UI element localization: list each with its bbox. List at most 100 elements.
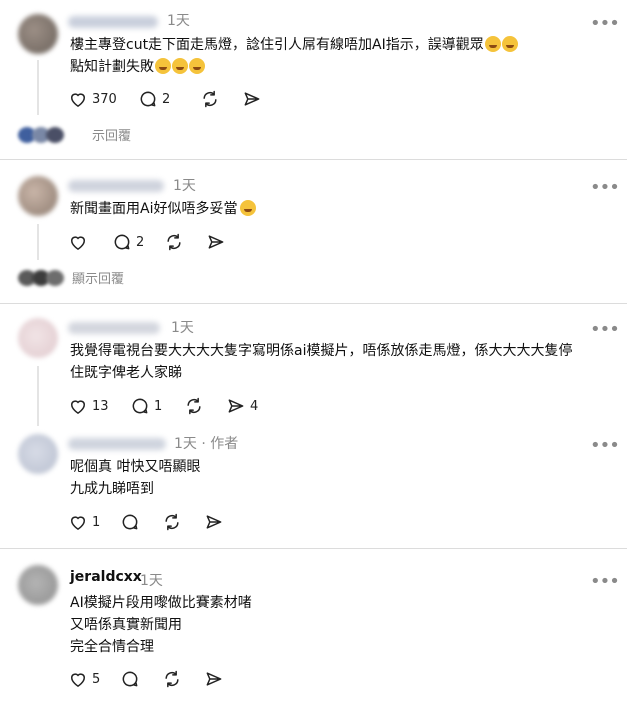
avatar[interactable] bbox=[18, 434, 58, 474]
thread-line bbox=[37, 224, 39, 260]
post-text-line: 九成九睇唔到 bbox=[70, 481, 154, 497]
divider bbox=[0, 159, 627, 160]
post-text: AI模擬片段用嚟做比賽素材啫 又唔係真實新聞用 完全合情合理 bbox=[70, 592, 615, 658]
post-actions: 1 bbox=[68, 511, 224, 533]
show-replies-button[interactable]: 示回覆 bbox=[18, 125, 131, 144]
post-text: 我覺得電視台要大大大大隻字寫明係ai模擬片，唔係放係走馬燈，係大大大大隻停 住既… bbox=[70, 340, 615, 384]
like-button[interactable] bbox=[68, 232, 112, 252]
like-button[interactable]: 1 bbox=[68, 512, 120, 532]
like-count: 1 bbox=[92, 514, 101, 530]
grinning-sweat-emoji bbox=[172, 58, 188, 74]
repost-icon bbox=[167, 233, 181, 251]
grinning-sweat-emoji bbox=[155, 58, 171, 74]
comment-icon bbox=[140, 91, 156, 107]
thread-line bbox=[37, 60, 39, 115]
mini-avatar bbox=[46, 269, 64, 286]
share-icon bbox=[208, 235, 224, 249]
reply-avatars bbox=[18, 126, 66, 143]
repost-button[interactable] bbox=[162, 512, 204, 532]
share-icon bbox=[228, 399, 244, 413]
share-button[interactable] bbox=[206, 232, 226, 252]
repost-button[interactable] bbox=[184, 396, 226, 416]
repost-button[interactable] bbox=[164, 232, 206, 252]
post-actions: 13 1 4 bbox=[68, 395, 258, 417]
repost-icon bbox=[165, 513, 179, 531]
username-blurred[interactable] bbox=[68, 322, 160, 334]
avatar[interactable] bbox=[18, 318, 58, 358]
share-button[interactable]: 4 bbox=[226, 396, 258, 416]
reply-avatars bbox=[18, 269, 66, 286]
repost-icon bbox=[165, 670, 179, 688]
share-button[interactable] bbox=[204, 669, 224, 689]
reply-count: 2 bbox=[162, 91, 171, 107]
more-icon[interactable]: ••• bbox=[590, 179, 620, 197]
repost-icon bbox=[187, 397, 201, 415]
mini-avatar bbox=[46, 126, 64, 143]
post-text: 新聞畫面用Ai好似唔多妥當 bbox=[70, 198, 615, 220]
grinning-sweat-emoji bbox=[484, 36, 501, 52]
post-text-line: 點知計劃失敗 bbox=[70, 59, 154, 75]
more-icon[interactable]: ••• bbox=[590, 15, 620, 33]
avatar[interactable] bbox=[18, 565, 58, 605]
reply-button[interactable]: 2 bbox=[112, 232, 164, 252]
username[interactable]: jeraldcxx bbox=[70, 569, 142, 585]
post-text: 樓主專登cut走下面走馬燈，諗住引人屌有線唔加AI指示，誤導觀眾 點知計劃失敗 bbox=[70, 34, 615, 78]
reply-count: 1 bbox=[154, 398, 163, 414]
comment-icon bbox=[122, 514, 138, 530]
username-blurred[interactable] bbox=[68, 438, 166, 450]
post-text: 呢個真 咁快又唔顯眼 九成九睇唔到 bbox=[70, 456, 615, 500]
grinning-sweat-emoji bbox=[189, 58, 205, 74]
post-text-line: 呢個真 咁快又唔顯眼 bbox=[70, 459, 201, 475]
post-time: 1天 bbox=[167, 13, 190, 29]
repost-button[interactable] bbox=[200, 89, 242, 109]
share-icon bbox=[244, 92, 260, 106]
share-button[interactable] bbox=[204, 512, 224, 532]
heart-icon bbox=[70, 673, 86, 687]
post-text-line: 住既字俾老人家睇 bbox=[70, 365, 182, 381]
more-icon[interactable]: ••• bbox=[590, 573, 620, 591]
post-text-line: 完全合情合理 bbox=[70, 639, 154, 655]
heart-icon bbox=[70, 400, 86, 414]
more-icon[interactable]: ••• bbox=[590, 321, 620, 339]
show-replies-label: 示回覆 bbox=[92, 129, 132, 144]
like-count: 370 bbox=[92, 91, 117, 107]
divider bbox=[0, 548, 627, 549]
reply-button[interactable]: 2 bbox=[138, 89, 200, 109]
share-button[interactable] bbox=[242, 89, 262, 109]
like-button[interactable]: 13 bbox=[68, 396, 130, 416]
post-actions: 370 2 bbox=[68, 88, 262, 110]
reply-button[interactable] bbox=[120, 512, 162, 532]
post-text-line: AI模擬片段用嚟做比賽素材啫 bbox=[70, 595, 252, 611]
grinning-sweat-emoji bbox=[501, 36, 518, 52]
heart-icon bbox=[70, 516, 86, 530]
post-time: 1天 bbox=[173, 178, 196, 194]
comment-icon bbox=[122, 671, 138, 687]
share-icon bbox=[206, 515, 222, 529]
like-button[interactable]: 5 bbox=[68, 669, 120, 689]
repost-button[interactable] bbox=[162, 669, 204, 689]
heart-icon bbox=[70, 93, 86, 107]
thread-line bbox=[37, 366, 39, 426]
avatar[interactable] bbox=[18, 176, 58, 216]
avatar[interactable] bbox=[18, 14, 58, 54]
heart-icon bbox=[70, 236, 86, 250]
like-count: 13 bbox=[92, 398, 109, 414]
thinking-face-emoji bbox=[240, 200, 257, 216]
reply-button[interactable]: 1 bbox=[130, 396, 184, 416]
like-button[interactable]: 370 bbox=[68, 89, 138, 109]
post-text-line: 樓主專登cut走下面走馬燈，諗住引人屌有線唔加AI指示，誤導觀眾 bbox=[70, 37, 484, 53]
author-tag: · 作者 bbox=[201, 436, 239, 452]
show-replies-button[interactable]: 顯示回覆 bbox=[18, 268, 124, 287]
post-text-line: 我覺得電視台要大大大大隻字寫明係ai模擬片，唔係放係走馬燈，係大大大大隻停 bbox=[70, 343, 573, 359]
username-blurred[interactable] bbox=[68, 180, 164, 192]
comment-icon bbox=[132, 398, 148, 414]
reply-button[interactable] bbox=[120, 669, 162, 689]
comment-icon bbox=[114, 234, 130, 250]
show-replies-label: 顯示回覆 bbox=[72, 272, 125, 287]
post-actions: 2 bbox=[68, 231, 226, 253]
post-text-line: 新聞畫面用Ai好似唔多妥當 bbox=[70, 201, 238, 217]
post-time: 1天 · 作者 bbox=[174, 433, 238, 453]
more-icon[interactable]: ••• bbox=[590, 437, 620, 455]
username-blurred[interactable] bbox=[68, 16, 158, 28]
post-time: 1天 bbox=[140, 573, 163, 589]
